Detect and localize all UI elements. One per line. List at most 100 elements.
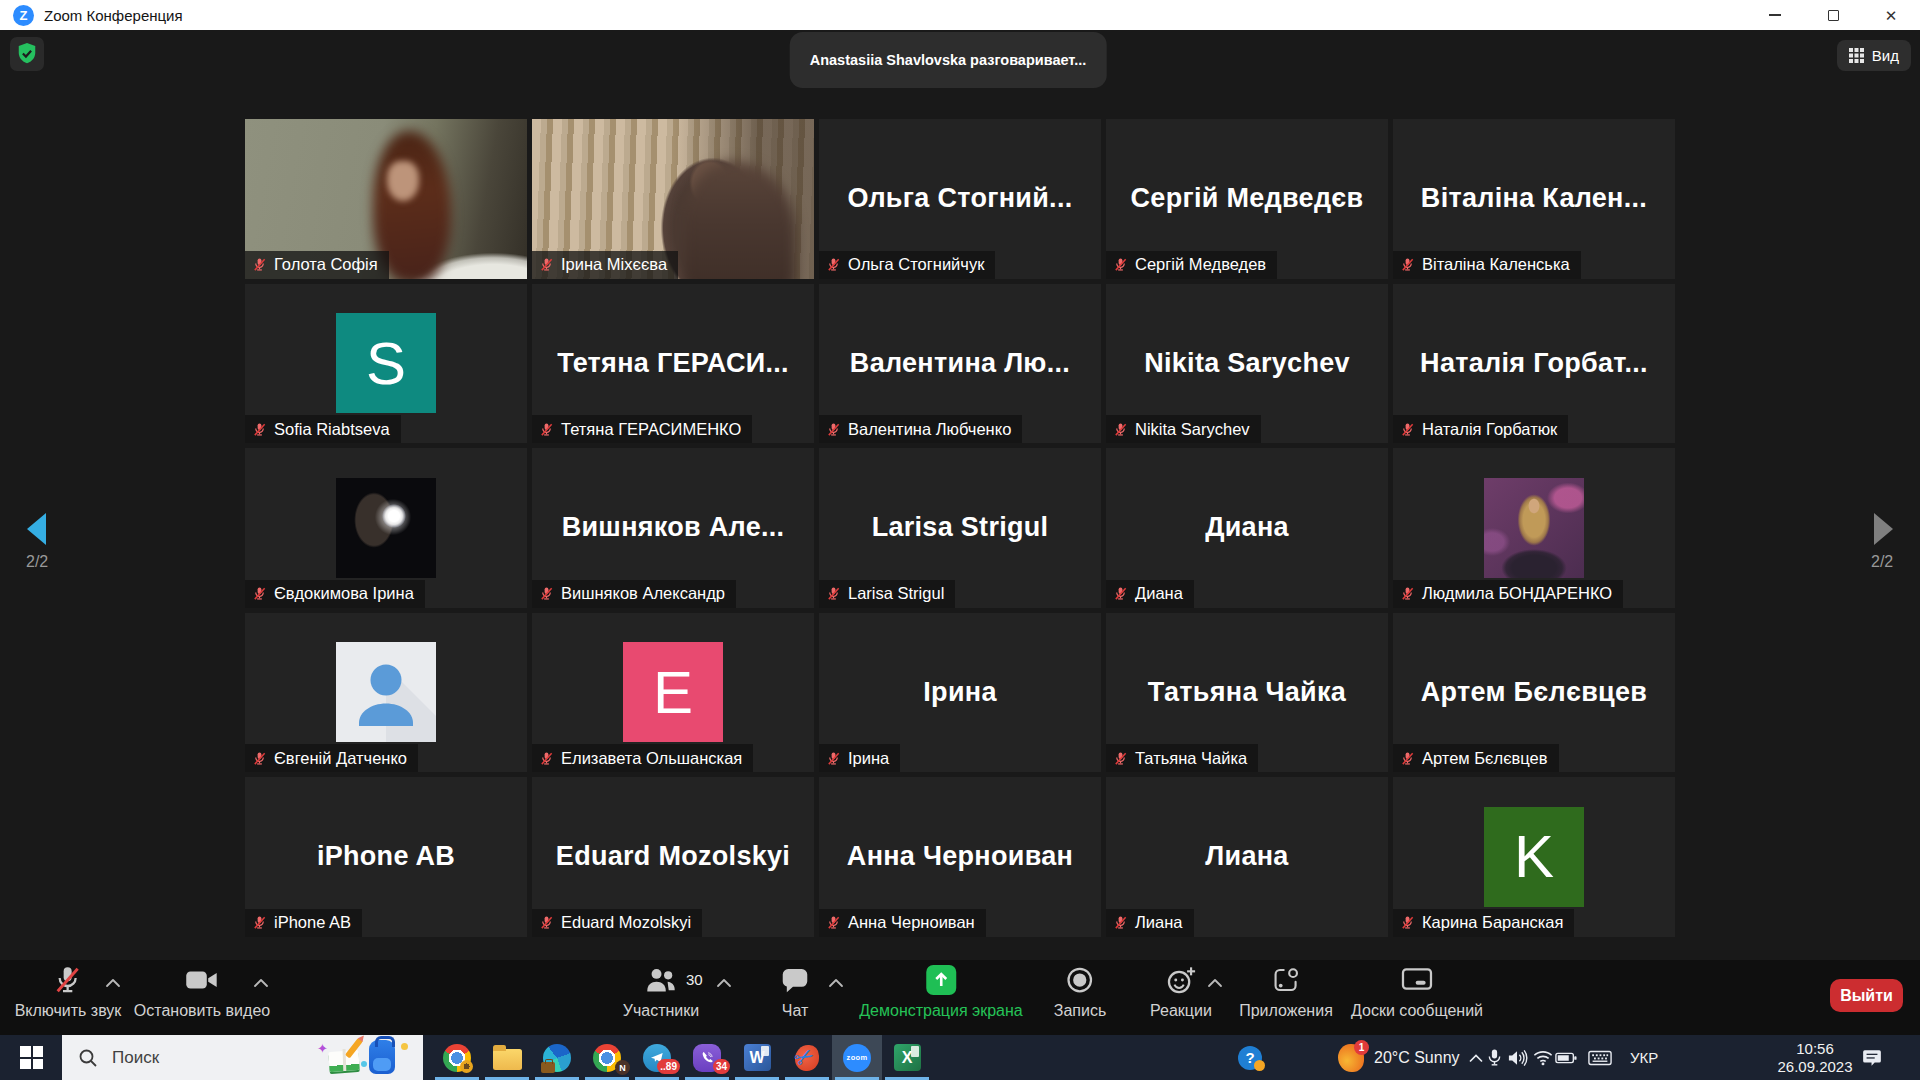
participant-name-label: Анна Черноиван <box>819 909 986 937</box>
toolbar-button-label: Запись <box>1054 1002 1107 1020</box>
minimize-button[interactable] <box>1746 0 1804 30</box>
taskbar-app-word[interactable]: W <box>732 1035 782 1080</box>
participant-name-label: Nikita Sarychev <box>1106 415 1261 443</box>
participant-tile[interactable]: Eduard MozolskyiEduard Mozolskyi <box>532 777 814 937</box>
toolbar-caret-button[interactable] <box>828 974 844 992</box>
prev-page-arrow[interactable] <box>27 513 46 545</box>
participant-tile[interactable]: Артем БєлєвцевАртем Бєлєвцев <box>1393 613 1675 773</box>
participant-tile[interactable]: Голота Софія <box>245 119 527 279</box>
participant-tile[interactable]: Ірина Міхєєва <box>532 119 814 279</box>
toolbar-share-screen-button[interactable]: Демонстрация экрана <box>859 960 1023 1020</box>
muted-mic-icon <box>1400 257 1415 272</box>
participant-tile[interactable]: EЕлизавета Ольшанская <box>532 613 814 773</box>
tray-language[interactable]: УКР <box>1630 1035 1658 1080</box>
tray-date: 26.09.2023 <box>1777 1058 1852 1076</box>
taskbar-app-viber[interactable]: 34 <box>682 1035 732 1080</box>
participant-tile[interactable]: SSofia Riabtseva <box>245 284 527 444</box>
participant-tile[interactable]: Вишняков Але...Вишняков Александр <box>532 448 814 608</box>
participant-tile[interactable]: KКарина Баранская <box>1393 777 1675 937</box>
participant-tile[interactable]: Татьяна ЧайкаТатьяна Чайка <box>1106 613 1388 773</box>
wifi-icon <box>1533 1050 1553 1066</box>
muted-mic-icon <box>252 257 267 272</box>
excel-icon: X <box>894 1044 921 1071</box>
leave-button[interactable]: Выйти <box>1830 979 1903 1012</box>
participant-name-label: Ірина <box>819 744 900 772</box>
toolbar-whiteboard-button[interactable]: Доски сообщений <box>1351 960 1483 1020</box>
taskbar-app-edge[interactable] <box>532 1035 582 1080</box>
close-icon: ✕ <box>1885 8 1898 23</box>
participant-tile[interactable]: Євдокимова Ірина <box>245 448 527 608</box>
maximize-button[interactable] <box>1804 0 1862 30</box>
toolbar-reactions-button[interactable]: Реакции <box>1150 960 1212 1020</box>
participant-tile[interactable]: Larisa StrigulLarisa Strigul <box>819 448 1101 608</box>
view-button[interactable]: Вид <box>1837 40 1911 71</box>
participant-name-label: Голота Софія <box>245 251 389 279</box>
participant-tile[interactable]: iPhone ABiPhone AB <box>245 777 527 937</box>
muted-mic-icon <box>826 422 841 437</box>
tray-battery[interactable] <box>1555 1035 1577 1080</box>
participant-tile[interactable]: Валентина Лю...Валентина Любченко <box>819 284 1101 444</box>
participant-tile[interactable]: Анна ЧерноиванАнна Черноиван <box>819 777 1101 937</box>
security-shield-button[interactable] <box>10 37 44 71</box>
participant-tile[interactable]: Тетяна ГЕРАСИ...Тетяна ГЕРАСИМЕНКО <box>532 284 814 444</box>
chat-icon <box>780 966 810 994</box>
muted-mic-icon <box>826 586 841 601</box>
hidden-icons-button[interactable] <box>1468 1035 1484 1080</box>
taskbar-weather[interactable]: 1 <box>1338 1035 1364 1080</box>
toolbar-caret-button[interactable] <box>716 974 732 992</box>
participant-tile[interactable]: ІринаІрина <box>819 613 1101 773</box>
chevron-up-icon <box>828 978 844 988</box>
participant-tile[interactable]: Сергій МедведєвСергій Медведев <box>1106 119 1388 279</box>
taskbar-app-zoom[interactable]: zoom <box>832 1035 882 1080</box>
tray-volume[interactable] <box>1507 1035 1528 1080</box>
taskbar-app-explorer[interactable] <box>482 1035 532 1080</box>
taskbar-app-chrome-n[interactable]: N <box>582 1035 632 1080</box>
toolbar-apps-button[interactable]: Приложения <box>1239 960 1333 1020</box>
grid-view-icon <box>1849 48 1864 63</box>
tray-keyboard[interactable] <box>1588 1035 1612 1080</box>
notification-center-button[interactable] <box>1862 1035 1882 1080</box>
participant-name: Артем Бєлєвцев <box>1422 749 1548 768</box>
participant-tile[interactable]: Наталія Горбат...Наталія Горбатюк <box>1393 284 1675 444</box>
taskbar-app-snip[interactable]: ✂ <box>782 1035 832 1080</box>
taskbar-app-telegram[interactable]: ..89 <box>632 1035 682 1080</box>
tray-network[interactable] <box>1533 1035 1553 1080</box>
participant-tile[interactable]: Віталіна Кален...Віталіна Каленська <box>1393 119 1675 279</box>
weather-badge: 1 <box>1354 1040 1369 1055</box>
taskbar-search[interactable]: Поиск ✦ <box>62 1035 423 1080</box>
close-button[interactable]: ✕ <box>1862 0 1920 30</box>
avatar-letter: S <box>336 313 436 413</box>
taskbar-help-app[interactable]: ? <box>1238 1035 1262 1080</box>
toolbar-chat-button[interactable]: Чат <box>780 960 810 1020</box>
person-avatar-icon <box>336 642 436 742</box>
participant-tile[interactable]: Ольга Стогний...Ольга Стогнийчук <box>819 119 1101 279</box>
toolbar-caret-button[interactable] <box>253 974 269 992</box>
taskbar-weather-text[interactable]: 20°C Sunny <box>1374 1035 1460 1080</box>
participant-name-label: Лиана <box>1106 909 1194 937</box>
participant-tile[interactable]: Людмила БОНДАРЕНКО <box>1393 448 1675 608</box>
record-icon <box>1065 965 1095 995</box>
toolbar-camera-button[interactable]: Остановить видео <box>134 960 270 1020</box>
avatar-photo <box>1484 478 1584 578</box>
toolbar-caret-button[interactable] <box>105 974 121 992</box>
muted-mic-icon <box>826 257 841 272</box>
taskbar-app-chrome[interactable] <box>432 1035 482 1080</box>
toolbar-participants-button[interactable]: Участники <box>623 960 699 1020</box>
participant-tile[interactable]: Євгеній Датченко <box>245 613 527 773</box>
toolbar-caret-button[interactable] <box>1207 974 1223 992</box>
taskbar-app-excel[interactable]: X <box>882 1035 932 1080</box>
participant-tile[interactable]: ДианаДиана <box>1106 448 1388 608</box>
next-page-arrow[interactable] <box>1874 513 1893 545</box>
participant-tile[interactable]: Nikita SarychevNikita Sarychev <box>1106 284 1388 444</box>
participant-name: Тетяна ГЕРАСИМЕНКО <box>561 420 741 439</box>
participants-icon <box>644 965 678 995</box>
participant-tile[interactable]: ЛианаЛиана <box>1106 777 1388 937</box>
whiteboard-icon <box>1401 966 1433 994</box>
participant-name: Віталіна Каленська <box>1422 255 1570 274</box>
tray-clock[interactable]: 10:5626.09.2023 <box>1760 1035 1870 1080</box>
start-button[interactable] <box>20 1046 43 1069</box>
camera-icon <box>185 967 219 993</box>
tray-mic[interactable] <box>1487 1035 1502 1080</box>
toolbar-record-button[interactable]: Запись <box>1054 960 1107 1020</box>
backpack-icon <box>369 1040 395 1074</box>
